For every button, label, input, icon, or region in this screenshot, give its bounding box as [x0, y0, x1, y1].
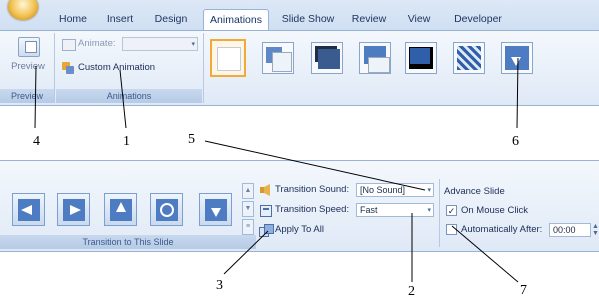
callout-6: 6 — [512, 134, 519, 149]
callout-line-6 — [516, 57, 519, 129]
callout-3: 3 — [216, 278, 223, 293]
callout-1: 1 — [123, 134, 130, 149]
callout-5: 5 — [188, 132, 195, 147]
callout-7: 7 — [520, 283, 527, 298]
callout-lines — [34, 57, 519, 283]
callout-2: 2 — [408, 284, 415, 299]
callout-line-3 — [223, 230, 269, 275]
callout-line-4 — [34, 65, 37, 129]
callout-4: 4 — [33, 134, 40, 149]
callout-line-1 — [119, 69, 127, 129]
callout-line-7 — [451, 225, 519, 283]
callout-line-5 — [204, 140, 426, 191]
